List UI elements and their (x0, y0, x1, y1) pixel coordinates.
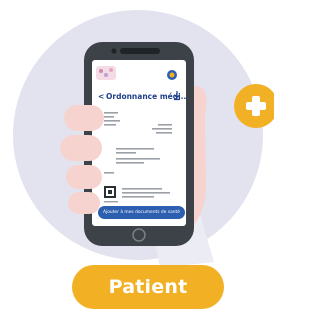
speaker-icon (120, 48, 160, 54)
patient-badge: Patient (72, 265, 224, 309)
screen-title: Ordonnance médi... (106, 92, 188, 101)
doctor-logo-icon (96, 66, 116, 80)
illustration: < Ordonnance médi... Ajouter à mes docum… (0, 0, 274, 309)
back-chevron-icon: < (98, 92, 105, 101)
illustration-graphic (13, 10, 274, 268)
qr-code-icon (104, 186, 116, 198)
avatar-icon (167, 70, 177, 80)
camera-icon (111, 48, 117, 54)
add-to-health-documents-button: Ajouter à mes documents de santé (98, 206, 185, 219)
